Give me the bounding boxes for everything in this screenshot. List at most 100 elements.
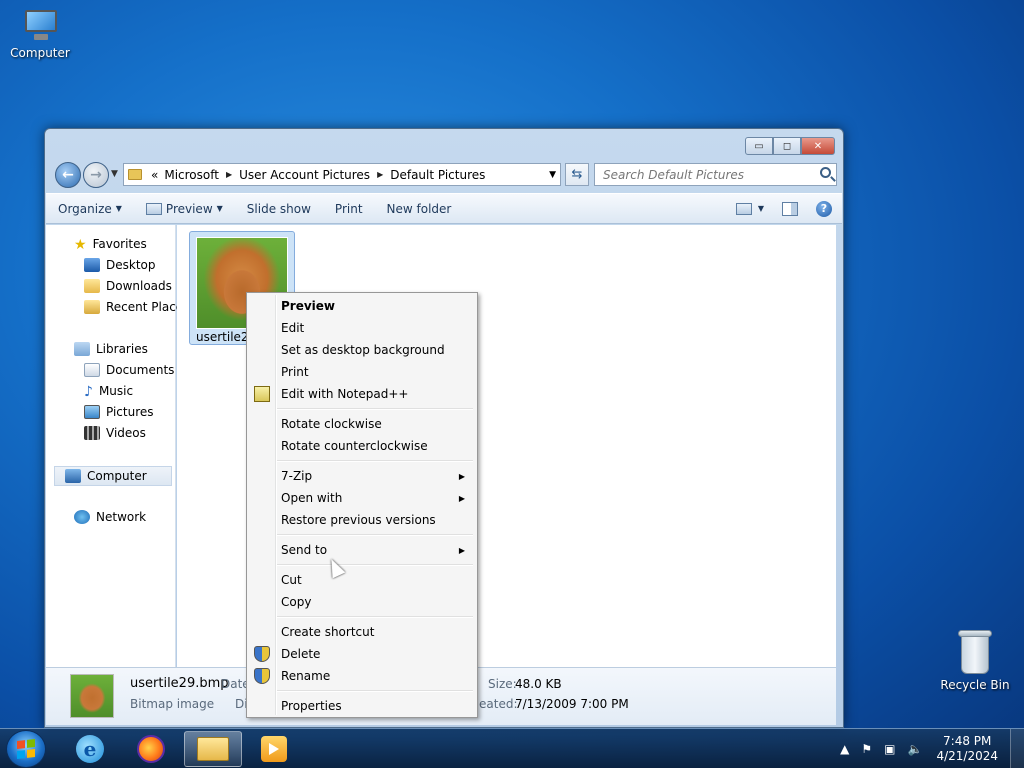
action-center-flag-icon[interactable]: ⚑: [861, 742, 872, 756]
taskbar: e ▲ ⚑ ▣ 🔈 7:48 PM 4/21/2024: [0, 728, 1024, 768]
view-icon: [735, 202, 752, 215]
taskbar-internet-explorer[interactable]: e: [61, 731, 119, 767]
menu-item-print[interactable]: Print: [249, 361, 475, 383]
menu-item-rotate-ccw[interactable]: Rotate counterclockwise: [249, 435, 475, 457]
menu-item-delete[interactable]: Delete: [249, 643, 475, 665]
details-created-label: eated:: [479, 697, 518, 711]
desktop-computer-icon[interactable]: Computer: [0, 8, 80, 60]
menu-item-rename[interactable]: Rename: [249, 665, 475, 687]
nav-desktop[interactable]: Desktop: [84, 258, 156, 272]
breadcrumb-default-pictures[interactable]: Default Pictures: [387, 168, 488, 182]
desktop-recycle-bin[interactable]: Recycle Bin: [935, 630, 1015, 692]
notepad-icon: [254, 386, 270, 402]
context-menu: Preview Edit Set as desktop background P…: [246, 292, 478, 718]
menu-item-7zip-label: 7-Zip: [281, 469, 313, 483]
nav-libraries[interactable]: Libraries: [74, 342, 148, 356]
show-desktop-button[interactable]: [1010, 729, 1024, 768]
menu-item-edit-notepad[interactable]: Edit with Notepad++: [249, 383, 475, 405]
organize-button[interactable]: Organize ▼: [46, 202, 134, 216]
nav-documents[interactable]: Documents: [84, 363, 174, 377]
menu-item-open-with[interactable]: Open with ▶: [249, 487, 475, 509]
taskbar-media-player[interactable]: [245, 731, 303, 767]
breadcrumb-user-account-pictures[interactable]: User Account Pictures: [236, 168, 373, 182]
address-dropdown-icon[interactable]: ▼: [549, 170, 556, 180]
network-status-icon[interactable]: ▣: [884, 742, 895, 756]
refresh-button[interactable]: ⇆: [565, 163, 589, 186]
show-hidden-icons-icon[interactable]: ▲: [840, 742, 849, 756]
search-icon[interactable]: [820, 167, 831, 178]
print-button[interactable]: Print: [323, 202, 375, 216]
preview-pane-icon[interactable]: [782, 201, 798, 216]
nav-videos[interactable]: Videos: [84, 426, 146, 440]
clock[interactable]: 7:48 PM 4/21/2024: [936, 734, 998, 764]
libraries-icon: [74, 342, 90, 356]
maximize-button[interactable]: ◻: [773, 137, 801, 155]
desktop-recycle-label: Recycle Bin: [940, 678, 1010, 692]
breadcrumb-microsoft[interactable]: Microsoft: [161, 168, 222, 182]
chevron-right-icon[interactable]: ▶: [373, 170, 387, 179]
details-thumbnail: [70, 674, 114, 718]
details-filename: usertile29.bmp: [130, 676, 229, 691]
shield-icon: [254, 646, 270, 662]
details-filetype: Bitmap image: [130, 697, 215, 711]
recent-places-icon: [84, 300, 100, 314]
preview-icon: [145, 202, 162, 215]
search-placeholder: Search Default Pictures: [603, 167, 745, 182]
menu-item-copy[interactable]: Copy: [249, 591, 475, 613]
address-bar[interactable]: « Microsoft ▶ User Account Pictures ▶ De…: [123, 163, 561, 186]
breadcrumb-overflow[interactable]: «: [148, 168, 161, 182]
menu-item-send-to[interactable]: Send to ▶: [249, 539, 475, 561]
chevron-right-icon[interactable]: ▶: [222, 170, 236, 179]
slideshow-button[interactable]: Slide show: [235, 202, 323, 216]
nav-recent-places[interactable]: Recent Places: [84, 300, 189, 314]
preview-button[interactable]: Preview ▼: [134, 202, 235, 216]
nav-libraries-label: Libraries: [96, 342, 148, 356]
menu-item-edit[interactable]: Edit: [249, 317, 475, 339]
computer-icon: [65, 469, 81, 483]
downloads-icon: [84, 279, 100, 293]
menu-item-create-shortcut[interactable]: Create shortcut: [249, 621, 475, 643]
nav-downloads[interactable]: Downloads: [84, 279, 172, 293]
music-note-icon: ♪: [84, 384, 93, 400]
menu-item-restore-versions[interactable]: Restore previous versions: [249, 509, 475, 531]
volume-muted-icon[interactable]: 🔈: [908, 742, 923, 756]
internet-explorer-icon: e: [76, 735, 104, 763]
nav-favorites[interactable]: ★ Favorites: [74, 237, 147, 253]
search-input[interactable]: Search Default Pictures: [594, 163, 837, 186]
menu-item-preview[interactable]: Preview: [249, 295, 475, 317]
help-icon[interactable]: ?: [816, 200, 832, 217]
change-view-button[interactable]: ▼: [735, 202, 764, 215]
nav-music[interactable]: ♪ Music: [84, 384, 134, 400]
documents-icon: [84, 363, 100, 377]
start-button[interactable]: [6, 730, 46, 768]
folder-icon: [128, 169, 142, 180]
menu-item-set-background[interactable]: Set as desktop background: [249, 339, 475, 361]
explorer-folder-icon: [197, 737, 229, 761]
back-button[interactable]: ←: [55, 162, 81, 188]
nav-computer[interactable]: Computer: [54, 466, 172, 486]
menu-item-properties[interactable]: Properties: [249, 695, 475, 717]
organize-label: Organize: [58, 201, 112, 216]
taskbar-explorer[interactable]: [184, 731, 242, 767]
close-button[interactable]: ✕: [801, 137, 835, 155]
details-size-value: 48.0 KB: [515, 677, 562, 691]
menu-item-7zip[interactable]: 7-Zip ▶: [249, 465, 475, 487]
nav-music-label: Music: [98, 384, 134, 398]
menu-separator: [277, 616, 473, 618]
desktop-icon: [84, 258, 100, 272]
windows-logo-icon: [17, 739, 35, 759]
menu-item-cut[interactable]: Cut: [249, 569, 475, 591]
nav-pictures[interactable]: Pictures: [84, 405, 154, 419]
new-folder-button[interactable]: New folder: [375, 202, 464, 216]
menu-separator: [277, 408, 473, 410]
taskbar-firefox[interactable]: [122, 731, 180, 767]
menu-item-open-with-label: Open with: [281, 491, 343, 505]
recent-pages-dropdown-icon[interactable]: ▼: [111, 169, 118, 179]
clock-date: 4/21/2024: [936, 749, 998, 763]
forward-button[interactable]: →: [83, 162, 109, 188]
nav-network[interactable]: Network: [74, 510, 146, 524]
minimize-button[interactable]: ▭: [745, 137, 773, 155]
desktop-computer-label: Computer: [10, 46, 70, 60]
menu-item-rotate-cw[interactable]: Rotate clockwise: [249, 413, 475, 435]
menu-item-rename-label: Rename: [281, 669, 331, 683]
